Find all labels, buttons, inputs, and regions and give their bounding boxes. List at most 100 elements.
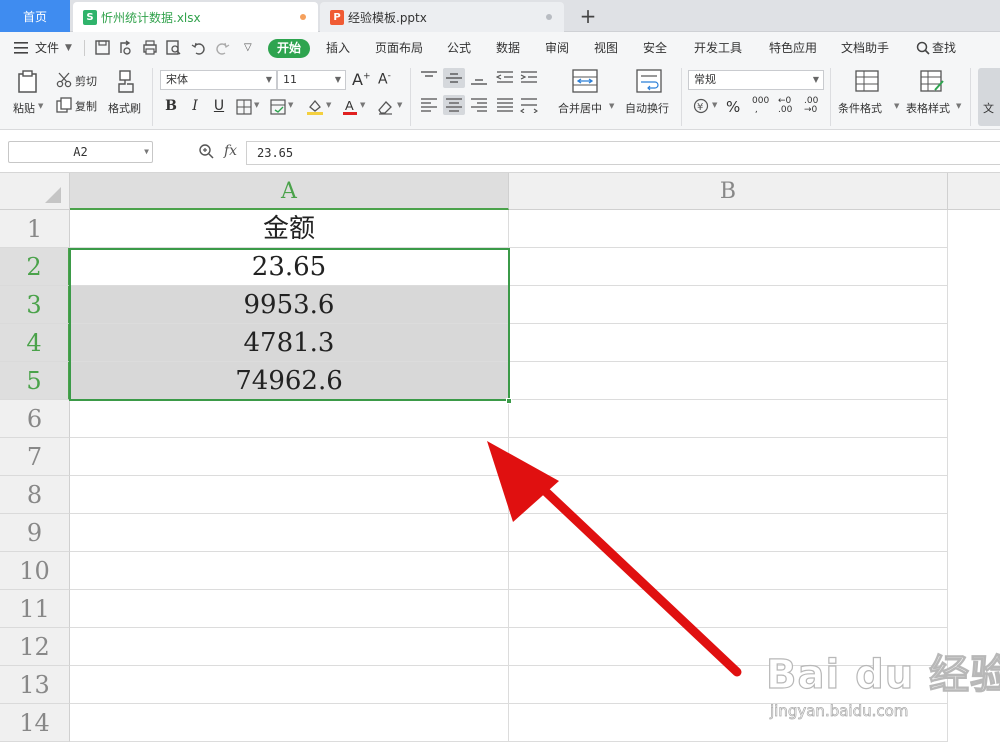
row-header-8[interactable]: 8 [0, 476, 70, 514]
menu-page-layout[interactable]: 页面布局 [375, 32, 423, 64]
decrease-decimal-icon[interactable]: .00 →0 [804, 97, 818, 115]
cell-b1[interactable] [509, 210, 948, 248]
column-header-b[interactable]: B [509, 173, 948, 210]
row-header-5[interactable]: 5 [0, 362, 70, 400]
cell-a11[interactable] [70, 590, 509, 628]
increase-indent-icon[interactable] [520, 70, 538, 86]
font-name-dropdown[interactable]: 宋体 ▼ [160, 70, 277, 90]
quick-access-dropdown-icon[interactable]: ▽ [244, 32, 252, 64]
cell-a1[interactable]: 金额 [70, 210, 509, 248]
distributed-align-icon[interactable] [520, 97, 538, 113]
doc-tools-button[interactable]: 文 [978, 68, 1000, 126]
fill-color-icon[interactable] [306, 98, 324, 116]
hamburger-menu-icon[interactable] [14, 42, 30, 54]
menu-security[interactable]: 安全 [643, 32, 667, 64]
cell-a14[interactable] [70, 704, 509, 742]
tab-active-file[interactable]: S 忻州统计数据.xlsx [73, 2, 318, 32]
fill-handle[interactable] [506, 398, 512, 404]
search-icon[interactable] [916, 41, 930, 55]
menu-developer[interactable]: 开发工具 [694, 32, 742, 64]
cell-b6[interactable] [509, 400, 948, 438]
italic-icon[interactable]: I [185, 96, 205, 116]
table-style-chevron-icon[interactable]: ▼ [956, 102, 961, 110]
menu-special-apps[interactable]: 特色应用 [769, 32, 817, 64]
tab-inactive-file[interactable]: P 经验模板.pptx [320, 2, 564, 32]
wrap-text-icon[interactable] [636, 69, 662, 93]
paste-chevron-icon[interactable]: ▼ [38, 102, 43, 110]
select-all-corner[interactable] [0, 173, 70, 210]
increase-font-size-icon[interactable]: A+ [352, 70, 371, 89]
row-header-10[interactable]: 10 [0, 552, 70, 590]
font-color-chevron-icon[interactable]: ▼ [360, 101, 365, 109]
column-c-area[interactable] [948, 210, 1000, 750]
row-header-4[interactable]: 4 [0, 324, 70, 362]
table-style-button[interactable]: 表格样式 [906, 100, 950, 116]
menu-view[interactable]: 视图 [594, 32, 618, 64]
cell-a10[interactable] [70, 552, 509, 590]
menu-start[interactable]: 开始 [268, 39, 310, 58]
paste-button[interactable]: 粘贴 [13, 100, 35, 116]
cell-b4[interactable] [509, 324, 948, 362]
wrap-text-button[interactable]: 自动换行 [625, 100, 669, 116]
conditional-format-button[interactable]: 条件格式 [838, 100, 882, 116]
justify-icon[interactable] [496, 97, 514, 113]
print-preview-icon[interactable] [166, 40, 182, 56]
align-center-button[interactable] [443, 95, 465, 115]
cell-b9[interactable] [509, 514, 948, 552]
cell-b12[interactable] [509, 628, 948, 666]
align-middle-button[interactable] [443, 68, 465, 88]
cell-b5[interactable] [509, 362, 948, 400]
scissors-icon[interactable] [56, 72, 72, 88]
row-header-12[interactable]: 12 [0, 628, 70, 666]
formula-input[interactable]: 23.65 [246, 141, 1000, 165]
fx-icon[interactable]: fx [224, 143, 237, 159]
conditional-format-chevron-icon[interactable]: ▼ [894, 102, 899, 110]
menu-data[interactable]: 数据 [496, 32, 520, 64]
cell-a7[interactable] [70, 438, 509, 476]
row-header-3[interactable]: 3 [0, 286, 70, 324]
cell-b3[interactable] [509, 286, 948, 324]
align-right-icon[interactable] [470, 97, 488, 113]
currency-chevron-icon[interactable]: ▼ [712, 101, 717, 109]
name-box[interactable]: A2 ▼ [8, 141, 153, 163]
merge-center-chevron-icon[interactable]: ▼ [609, 102, 614, 110]
row-header-7[interactable]: 7 [0, 438, 70, 476]
fill-color-chevron-icon[interactable]: ▼ [326, 101, 331, 109]
clear-chevron-icon[interactable]: ▼ [397, 101, 402, 109]
cell-b2[interactable] [509, 248, 948, 286]
tab-home[interactable]: 首页 [0, 0, 70, 32]
new-tab-button[interactable]: + [578, 3, 598, 29]
format-painter-button[interactable]: 格式刷 [108, 100, 141, 116]
cell-a9[interactable] [70, 514, 509, 552]
cut-button[interactable]: 剪切 [75, 73, 97, 89]
paste-icon[interactable] [17, 70, 39, 94]
column-header-a[interactable]: A [70, 173, 509, 210]
align-left-icon[interactable] [420, 97, 438, 113]
cell-b10[interactable] [509, 552, 948, 590]
font-color-icon[interactable]: A [342, 98, 358, 116]
decrease-font-size-icon[interactable]: A- [378, 71, 391, 88]
cell-a2[interactable]: 23.65 [70, 248, 509, 286]
table-style-icon[interactable] [920, 70, 944, 92]
decrease-indent-icon[interactable] [496, 70, 514, 86]
menu-doc-assistant[interactable]: 文档助手 [841, 32, 889, 64]
row-header-2[interactable]: 2 [0, 248, 70, 286]
align-bottom-icon[interactable] [470, 70, 488, 86]
cell-a5[interactable]: 74962.6 [70, 362, 509, 400]
bold-icon[interactable]: B [161, 96, 181, 116]
font-size-dropdown[interactable]: 11 ▼ [277, 70, 346, 90]
align-top-icon[interactable] [420, 70, 438, 86]
cell-style-icon[interactable] [270, 99, 286, 115]
borders-icon[interactable] [236, 99, 252, 115]
cell-a8[interactable] [70, 476, 509, 514]
row-header-13[interactable]: 13 [0, 666, 70, 704]
conditional-format-icon[interactable] [855, 70, 879, 92]
cell-style-chevron-icon[interactable]: ▼ [288, 101, 293, 109]
undo-icon[interactable] [191, 40, 207, 56]
menu-formulas[interactable]: 公式 [447, 32, 471, 64]
menu-review[interactable]: 审阅 [545, 32, 569, 64]
cell-b13[interactable] [509, 666, 948, 704]
cell-a6[interactable] [70, 400, 509, 438]
cell-b8[interactable] [509, 476, 948, 514]
thousands-separator-icon[interactable]: 000 , [752, 97, 769, 115]
